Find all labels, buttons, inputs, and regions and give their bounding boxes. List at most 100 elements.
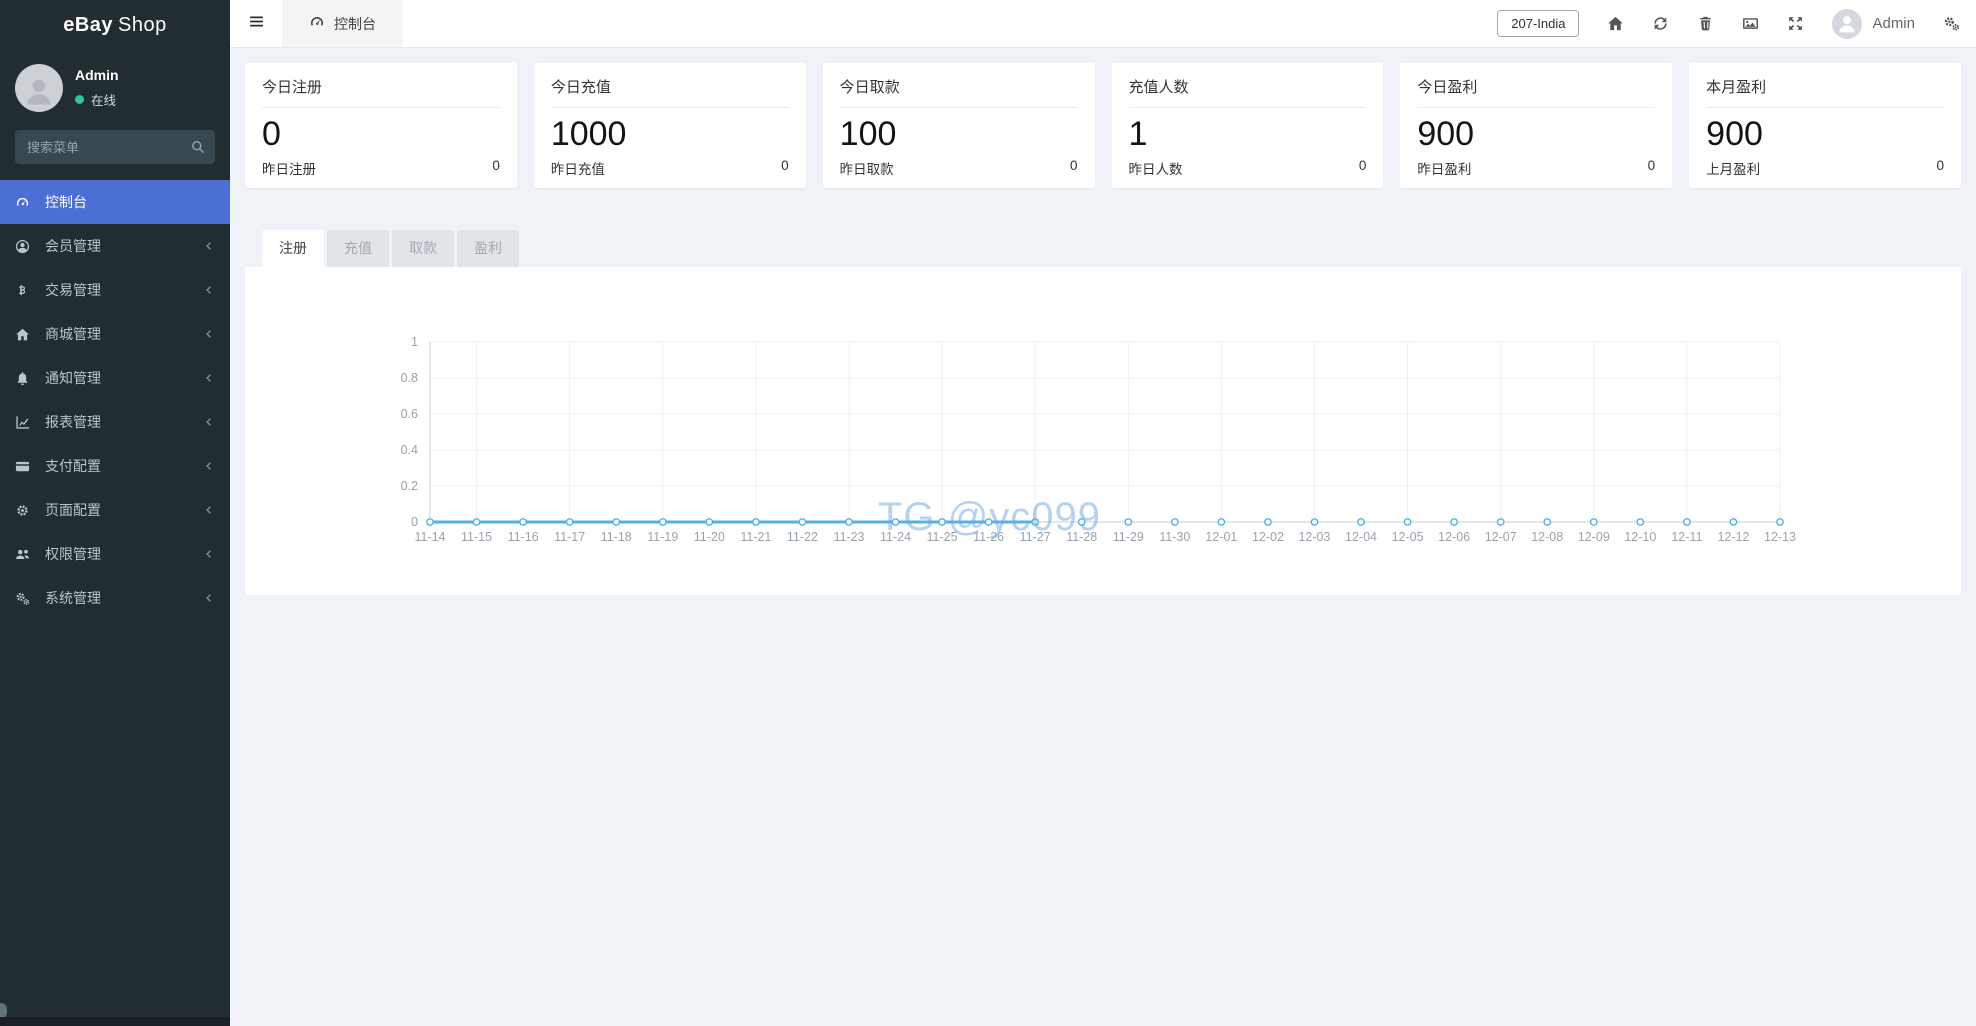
- sidebar-item-pages[interactable]: 页面配置: [0, 488, 230, 532]
- stat-card-footer-value: 0: [1359, 158, 1367, 178]
- sidebar-item-reports[interactable]: 报表管理: [0, 400, 230, 444]
- stat-card-footer-label: 昨日注册: [262, 158, 316, 178]
- cogs-icon[interactable]: [1943, 15, 1960, 32]
- sidebar-search-input[interactable]: [15, 130, 215, 164]
- sidebar-item-mall[interactable]: 商城管理: [0, 312, 230, 356]
- sidebar-item-label: 通知管理: [45, 368, 101, 388]
- chevron-left-icon: [203, 284, 215, 296]
- tachometer-icon: [309, 14, 325, 33]
- svg-text:11-19: 11-19: [647, 530, 678, 544]
- svg-text:12-01: 12-01: [1205, 530, 1237, 544]
- image-icon[interactable]: [1742, 15, 1759, 32]
- stat-card-footer-value: 0: [1648, 158, 1656, 178]
- stat-card-footer-value: 0: [781, 158, 789, 178]
- stat-card-register-today: 今日注册 0 昨日注册 0: [245, 63, 517, 188]
- chart-panel: 10.80.60.40.2011-1411-1511-1611-1711-181…: [245, 267, 1961, 595]
- gear-icon: [15, 503, 36, 518]
- stat-card-value: 0: [262, 113, 500, 155]
- stat-card-footer-value: 0: [492, 158, 500, 178]
- user-menu[interactable]: Admin: [1832, 9, 1915, 39]
- user-avatar: [1832, 9, 1862, 39]
- svg-text:11-14: 11-14: [414, 530, 445, 544]
- svg-text:0.6: 0.6: [401, 407, 418, 421]
- home-icon[interactable]: [1607, 15, 1624, 32]
- tab-dashboard-breadcrumb[interactable]: 控制台: [282, 0, 403, 47]
- tab-profit[interactable]: 盈利: [457, 230, 519, 267]
- svg-text:12-09: 12-09: [1578, 530, 1610, 544]
- svg-text:11-22: 11-22: [787, 530, 818, 544]
- stat-card-title: 今日注册: [262, 76, 500, 97]
- svg-text:12-12: 12-12: [1717, 530, 1749, 544]
- online-dot-icon: [75, 95, 84, 104]
- stat-card-value: 900: [1417, 113, 1655, 155]
- sidebar-item-permissions[interactable]: 权限管理: [0, 532, 230, 576]
- svg-text:12-10: 12-10: [1624, 530, 1656, 544]
- svg-text:12-08: 12-08: [1531, 530, 1563, 544]
- sidebar-footer-strip: [0, 1017, 230, 1026]
- refresh-icon[interactable]: [1652, 15, 1669, 32]
- svg-text:11-23: 11-23: [833, 530, 864, 544]
- stat-card-title: 今日取款: [840, 76, 1078, 97]
- divider: [1417, 107, 1655, 108]
- svg-text:0.8: 0.8: [401, 371, 418, 385]
- svg-text:12-13: 12-13: [1764, 530, 1796, 544]
- logo-text-bold: eBay: [63, 14, 113, 36]
- svg-text:12-03: 12-03: [1298, 530, 1330, 544]
- stat-card-footer-label: 昨日取款: [840, 158, 894, 178]
- sidebar-menu: 控制台会员管理交易管理商城管理通知管理报表管理支付配置页面配置权限管理系统管理: [0, 180, 230, 620]
- search-icon[interactable]: [190, 139, 206, 155]
- stat-cards-row: 今日注册0昨日注册0今日充值1000昨日充值0今日取款100昨日取款0充值人数1…: [245, 63, 1961, 188]
- chart-line-icon: [15, 415, 36, 430]
- sidebar-item-payment[interactable]: 支付配置: [0, 444, 230, 488]
- menu-toggle-button[interactable]: [230, 0, 282, 47]
- svg-text:12-05: 12-05: [1392, 530, 1424, 544]
- stat-card-title: 本月盈利: [1706, 76, 1944, 97]
- tab-register[interactable]: 注册: [262, 230, 324, 267]
- divider: [840, 107, 1078, 108]
- tab-withdraw[interactable]: 取款: [392, 230, 454, 267]
- app-logo: eBayShop: [0, 0, 230, 50]
- svg-text:11-21: 11-21: [740, 530, 771, 544]
- site-selector-button[interactable]: 207-India: [1497, 10, 1579, 37]
- stat-card-value: 100: [840, 113, 1078, 155]
- main-area: 控制台 207-India Admin 今日注册0昨日注册0今日充值1000昨日…: [230, 0, 1976, 1026]
- svg-text:11-27: 11-27: [1020, 530, 1051, 544]
- tab-recharge[interactable]: 充值: [327, 230, 389, 267]
- sidebar-item-label: 页面配置: [45, 500, 101, 520]
- sidebar-item-members[interactable]: 会员管理: [0, 224, 230, 268]
- sidebar-user-panel: Admin 在线: [0, 50, 230, 124]
- svg-text:12-04: 12-04: [1345, 530, 1377, 544]
- stat-card-value: 1000: [551, 113, 789, 155]
- sidebar-user-name: Admin: [75, 67, 119, 83]
- sidebar-item-system[interactable]: 系统管理: [0, 576, 230, 620]
- svg-text:11-16: 11-16: [508, 530, 539, 544]
- online-status: 在线: [75, 90, 119, 109]
- svg-text:11-24: 11-24: [880, 530, 911, 544]
- person-icon: [22, 73, 56, 112]
- page-tab-label: 控制台: [334, 14, 376, 34]
- sidebar-item-transactions[interactable]: 交易管理: [0, 268, 230, 312]
- sidebar-item-notifications[interactable]: 通知管理: [0, 356, 230, 400]
- credit-card-icon: [15, 459, 36, 474]
- svg-text:12-02: 12-02: [1252, 530, 1284, 544]
- fullscreen-icon[interactable]: [1787, 15, 1804, 32]
- bell-icon: [15, 371, 36, 386]
- stat-card-title: 充值人数: [1129, 76, 1367, 97]
- divider: [1706, 107, 1944, 108]
- stat-card-footer-label: 上月盈利: [1706, 158, 1760, 178]
- svg-text:12-07: 12-07: [1485, 530, 1517, 544]
- svg-text:11-26: 11-26: [973, 530, 1004, 544]
- svg-text:11-18: 11-18: [601, 530, 632, 544]
- trash-icon[interactable]: [1697, 15, 1714, 32]
- sidebar-item-label: 控制台: [45, 192, 87, 212]
- topbar-actions: 207-India Admin: [1497, 0, 1976, 47]
- svg-text:0.4: 0.4: [401, 443, 418, 457]
- stat-card-footer-label: 昨日盈利: [1417, 158, 1471, 178]
- person-icon: [1836, 12, 1858, 39]
- sidebar-item-dashboard[interactable]: 控制台: [0, 180, 230, 224]
- logo-text-light: Shop: [118, 14, 167, 36]
- home-icon: [15, 327, 36, 342]
- chevron-left-icon: [203, 416, 215, 428]
- divider: [551, 107, 789, 108]
- chevron-left-icon: [203, 592, 215, 604]
